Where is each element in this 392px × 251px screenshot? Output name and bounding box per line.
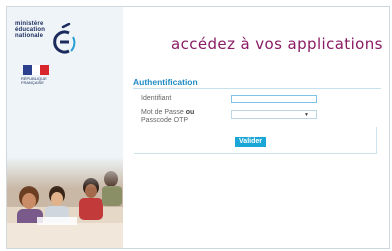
section-title: Authentification bbox=[133, 77, 198, 87]
password-label: Mot de Passe ou Passcode OTP bbox=[141, 109, 195, 124]
flag-stripe-white bbox=[31, 65, 41, 75]
french-flag-icon bbox=[23, 65, 50, 75]
page-title: accédez à vos applications bbox=[171, 35, 383, 53]
republique-label: RÉPUBLIQUE FRANÇAISE bbox=[21, 76, 47, 85]
form-box-border-right bbox=[376, 127, 377, 154]
login-panel: accédez à vos applications Authentificat… bbox=[123, 7, 389, 248]
page-frame: ministère éducation nationale RÉPUBLIQUE… bbox=[6, 6, 390, 249]
form-box-border-bottom bbox=[134, 153, 376, 154]
ministry-e-logo-icon bbox=[53, 23, 76, 54]
password-input[interactable]: ▼ bbox=[231, 110, 317, 119]
identifiant-input[interactable] bbox=[231, 95, 317, 103]
submit-button[interactable]: Valider bbox=[235, 137, 266, 147]
section-divider bbox=[133, 88, 381, 89]
classroom-photo bbox=[7, 157, 123, 248]
identifiant-label: Identifiant bbox=[141, 95, 172, 102]
flag-stripe-blue bbox=[23, 65, 32, 75]
flag-stripe-red bbox=[40, 65, 50, 75]
ministry-logo: ministère éducation nationale bbox=[15, 15, 83, 77]
ministry-name: ministère éducation nationale bbox=[15, 21, 46, 39]
chevron-down-icon[interactable]: ▼ bbox=[304, 111, 309, 119]
branding-sidebar: ministère éducation nationale RÉPUBLIQUE… bbox=[7, 7, 123, 248]
